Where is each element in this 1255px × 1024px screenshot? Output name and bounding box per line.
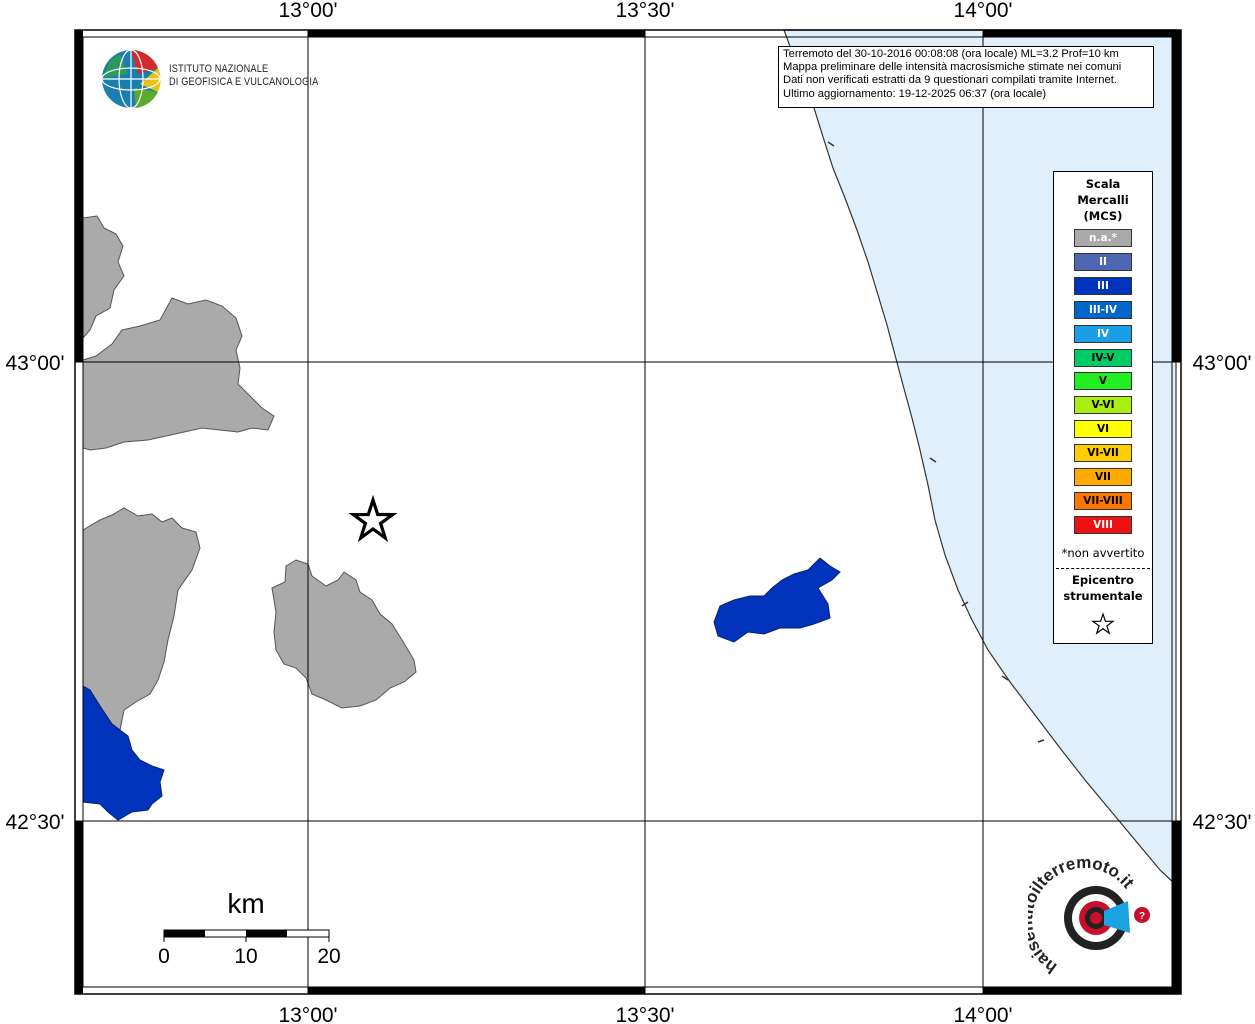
scale-label: 10 [234, 945, 257, 968]
legend-title-line: Mercalli [1077, 193, 1129, 207]
municipality-not-felt [82, 215, 125, 340]
legend-item: n.a.* [1074, 229, 1132, 247]
scale-label: 0 [158, 945, 170, 968]
legend-title-line: (MCS) [1083, 209, 1123, 223]
legend-item: VIII [1074, 515, 1132, 534]
legend-item: III [1074, 276, 1132, 295]
intensity-legend: Scala Mercalli (MCS) n.a.* II III III-IV IV I… [1053, 171, 1153, 644]
ingv-logo-line: di Geofisica e Vulcanologia [169, 76, 319, 88]
lat-label-right: 42°30' [1192, 811, 1251, 834]
scale-bar: km 0 10 20 [158, 888, 341, 968]
epicentre-star-icon [348, 494, 398, 543]
legend-item: VI [1074, 420, 1132, 439]
legend-item: V-VI [1074, 396, 1132, 415]
lon-label-bottom: 13°30' [615, 1004, 674, 1024]
lat-label-right: 43°00' [1192, 352, 1251, 375]
legend-title: Scala Mercalli (MCS) [1054, 176, 1152, 224]
legend-star-icon [1091, 612, 1115, 635]
municipality-not-felt [82, 507, 201, 731]
ingv-logo-line: Istituto Nazionale [169, 63, 269, 75]
legend-item: II [1074, 252, 1132, 271]
lat-label-left: 42°30' [5, 811, 64, 834]
legend-epicentre-line: strumentale [1063, 589, 1143, 603]
legend-divider [1056, 568, 1150, 569]
scale-unit: km [227, 888, 264, 919]
hsit-logo: ? haisentitoilterremoto.it [1028, 855, 1150, 977]
lon-label-top: 14°00' [953, 0, 1012, 22]
legend-note: *non avvertito [1061, 546, 1145, 560]
event-info-line: Dati non verificati estratti da 9 questi… [783, 74, 1117, 87]
lon-label-top: 13°30' [615, 0, 674, 22]
legend-item: V [1074, 372, 1132, 391]
municipality-not-felt [82, 297, 275, 451]
legend-item: VII-VIII [1074, 491, 1132, 510]
municipality-intensity-III [713, 557, 841, 643]
event-info-line: Ultimo aggiornamento: 19-12-2025 06:37 (… [783, 87, 1047, 100]
svg-text:?: ? [1139, 911, 1145, 922]
municipality-not-felt [271, 559, 417, 709]
legend-item: VII [1074, 468, 1132, 486]
lat-label-left: 43°00' [5, 352, 64, 375]
event-info-line: Terremoto del 30-10-2016 00:08:08 (ora l… [783, 48, 1119, 60]
legend-epicentre-label: Epicentro strumentale [1054, 572, 1152, 604]
ingv-logo-text: Istituto Nazionale di Geofisica e Vulcan… [169, 63, 318, 89]
legend-title-line: Scala [1085, 177, 1121, 191]
lon-label-bottom: 13°00' [278, 1004, 337, 1024]
legend-item: VI-VII [1074, 444, 1132, 463]
event-info-line: Mappa preliminare delle intensità macros… [783, 61, 1122, 74]
lon-label-top: 13°00' [278, 0, 337, 22]
legend-item: IV-V [1074, 348, 1132, 367]
legend-epicentre-line: Epicentro [1072, 573, 1134, 587]
legend-item: IV [1074, 324, 1132, 343]
scale-label: 20 [317, 945, 340, 968]
event-info-box: Terremoto del 30-10-2016 00:08:08 (ora l… [778, 46, 1154, 108]
legend-item: III-IV [1074, 300, 1132, 319]
ingv-globe-logo [101, 49, 161, 109]
lon-label-bottom: 14°00' [953, 1004, 1012, 1024]
